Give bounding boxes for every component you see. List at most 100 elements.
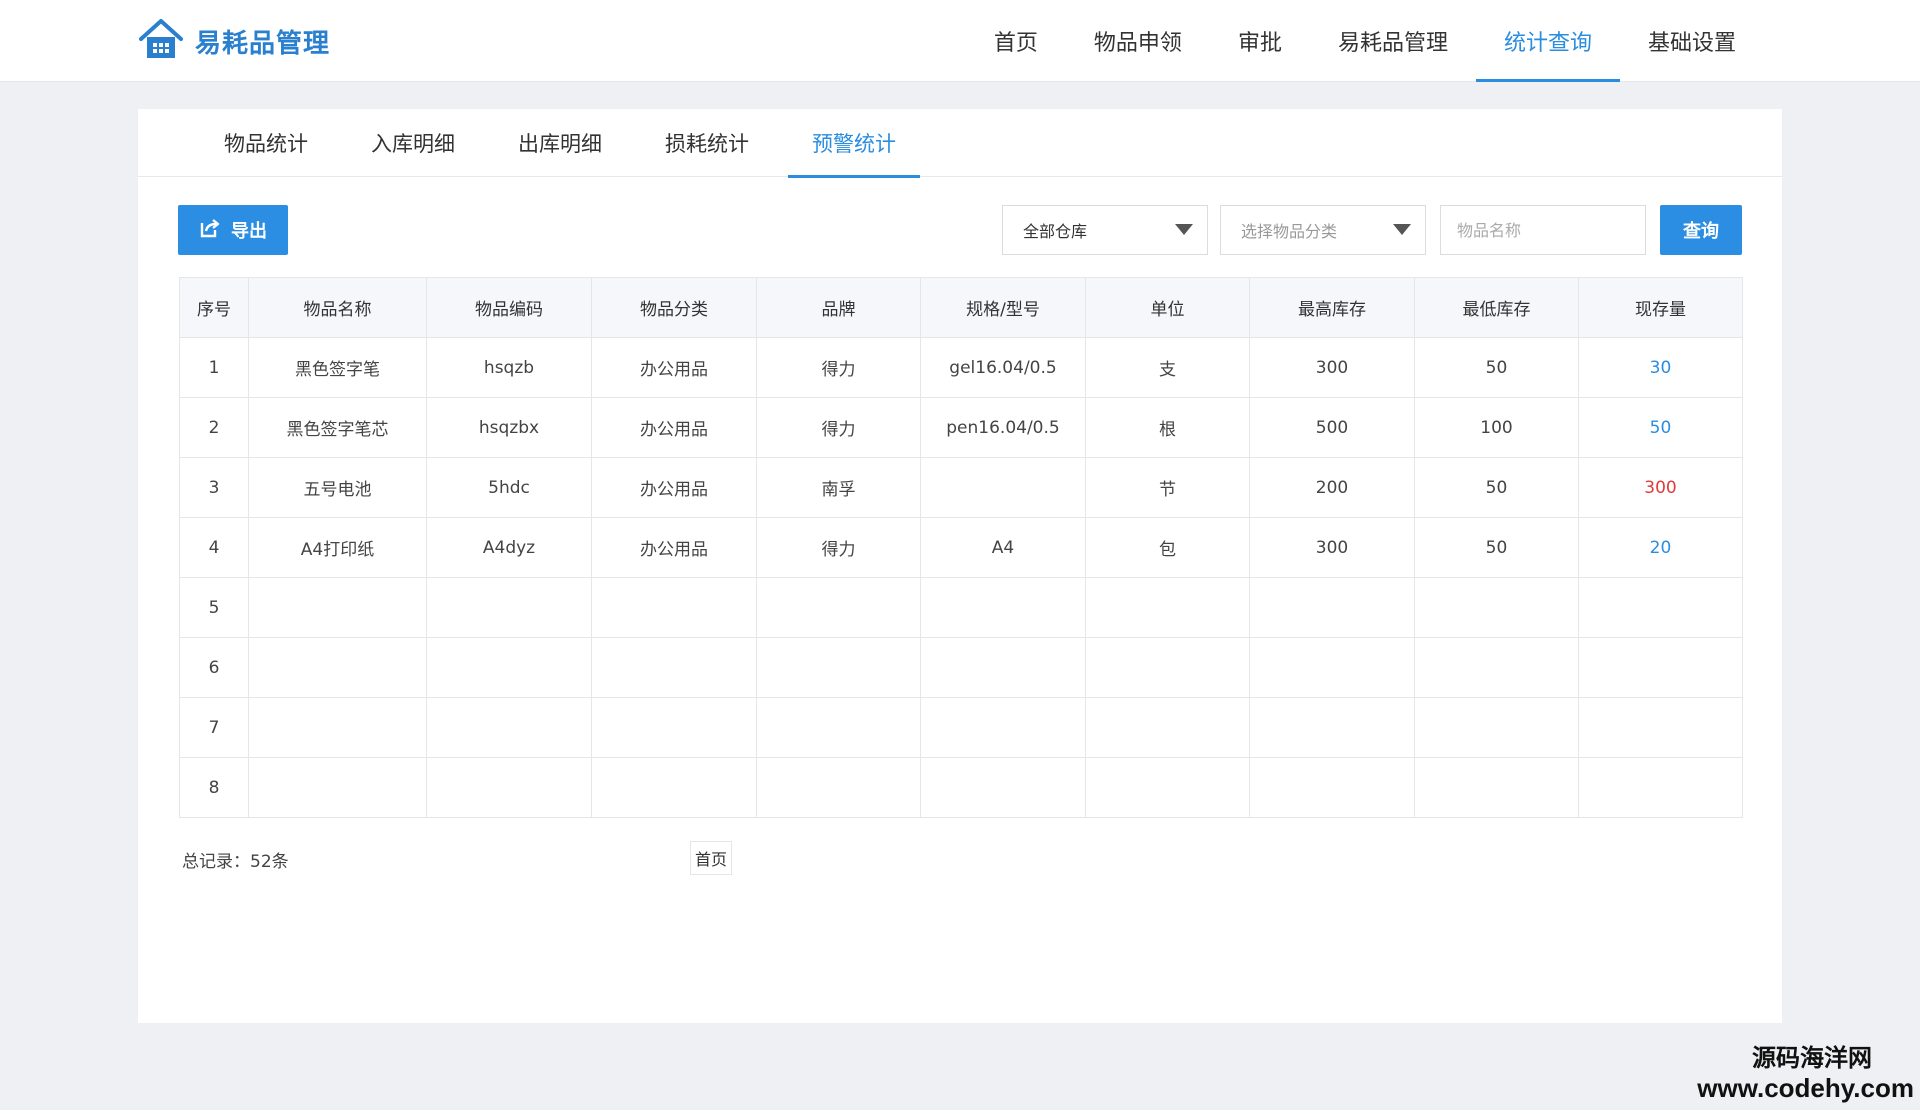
nav-item-settings[interactable]: 基础设置 xyxy=(1620,0,1764,82)
export-icon xyxy=(199,217,231,244)
cell-item-code xyxy=(426,637,592,698)
cell-item-code: 5hdc xyxy=(426,457,592,518)
table-body: 1 黑色签字笔 hsqzb 办公用品 得力 gel16.04/0.5 支 300 50 30 2 黑色… xyxy=(179,337,1743,818)
table-row[interactable]: 5 xyxy=(179,577,1743,638)
table-row[interactable]: 2 黑色签字笔芯 hsqzbx 办公用品 得力 pen16.04/0.5 根 500 100 50 xyxy=(179,397,1743,458)
category-select-placeholder: 选择物品分类 xyxy=(1241,222,1338,241)
cell-unit xyxy=(1085,577,1250,638)
watermark: 源码海洋网 www.codehy.com xyxy=(1697,1038,1914,1104)
cell-max-stock xyxy=(1249,637,1415,698)
app-title: 易耗品管理 xyxy=(195,28,331,59)
cell-brand xyxy=(756,637,921,698)
table-row[interactable]: 3 五号电池 5hdc 办公用品 南孚 节 200 50 300 xyxy=(179,457,1743,518)
table-header-row: 序号 物品名称 物品编码 物品分类 品牌 规格/型号 单位 最高库存 最低库存 … xyxy=(179,277,1743,338)
house-icon xyxy=(137,17,185,65)
cell-brand xyxy=(756,757,921,818)
cell-max-stock: 200 xyxy=(1249,457,1415,518)
cell-item-code: hsqzbx xyxy=(426,397,592,458)
query-button[interactable]: 查询 xyxy=(1660,205,1742,255)
col-header: 序号 xyxy=(179,277,249,338)
cell-brand xyxy=(756,577,921,638)
first-page-button[interactable]: 首页 xyxy=(690,841,732,875)
caret-down-icon xyxy=(1393,224,1411,235)
sub-tabs: 物品统计 入库明细 出库明细 损耗统计 预警统计 xyxy=(138,109,1782,178)
cell-max-stock: 300 xyxy=(1249,517,1415,578)
nav-item-approval[interactable]: 审批 xyxy=(1210,0,1310,82)
cell-spec: gel16.04/0.5 xyxy=(920,337,1086,398)
cell-category xyxy=(591,637,757,698)
brand[interactable]: 易耗品管理 xyxy=(137,18,330,64)
cell-current-stock xyxy=(1578,697,1743,758)
cell-spec xyxy=(920,457,1086,518)
cell-current-stock: 30 xyxy=(1578,337,1743,398)
cell-item-code xyxy=(426,577,592,638)
table-row[interactable]: 8 xyxy=(179,757,1743,818)
col-header: 现存量 xyxy=(1578,277,1743,338)
cell-category xyxy=(591,577,757,638)
col-header: 物品分类 xyxy=(591,277,757,338)
col-header: 物品编码 xyxy=(426,277,592,338)
watermark-url: www.codehy.com xyxy=(1697,1073,1914,1103)
nav-item-consumables[interactable]: 易耗品管理 xyxy=(1310,0,1476,82)
cell-min-stock: 50 xyxy=(1414,457,1579,518)
col-header: 最低库存 xyxy=(1414,277,1579,338)
cell-brand: 得力 xyxy=(756,397,921,458)
cell-max-stock: 300 xyxy=(1249,337,1415,398)
cell-category xyxy=(591,757,757,818)
category-select[interactable]: 选择物品分类 xyxy=(1220,205,1426,255)
cell-index: 7 xyxy=(179,697,249,758)
cell-current-stock: 300 xyxy=(1578,457,1743,518)
cell-brand xyxy=(756,697,921,758)
cell-index: 5 xyxy=(179,577,249,638)
cell-spec: pen16.04/0.5 xyxy=(920,397,1086,458)
cell-unit: 包 xyxy=(1085,517,1250,578)
col-header: 最高库存 xyxy=(1249,277,1415,338)
cell-item-name xyxy=(248,637,427,698)
cell-item-name: 五号电池 xyxy=(248,457,427,518)
cell-current-stock xyxy=(1578,577,1743,638)
tab-loss-statistics[interactable]: 损耗统计 xyxy=(641,109,773,177)
tab-warning-statistics[interactable]: 预警统计 xyxy=(788,109,920,178)
cell-unit: 根 xyxy=(1085,397,1250,458)
warehouse-select[interactable]: 全部仓库 xyxy=(1002,205,1208,255)
table-row[interactable]: 1 黑色签字笔 hsqzb 办公用品 得力 gel16.04/0.5 支 300 50 30 xyxy=(179,337,1743,398)
cell-min-stock xyxy=(1414,577,1579,638)
cell-min-stock xyxy=(1414,697,1579,758)
nav-item-home[interactable]: 首页 xyxy=(966,0,1066,82)
tab-item-statistics[interactable]: 物品统计 xyxy=(200,109,332,177)
cell-unit xyxy=(1085,757,1250,818)
cell-item-name: A4打印纸 xyxy=(248,517,427,578)
cell-spec xyxy=(920,637,1086,698)
total-records: 总记录：52条 xyxy=(182,852,289,872)
cell-index: 1 xyxy=(179,337,249,398)
table-row[interactable]: 6 xyxy=(179,637,1743,698)
table-row[interactable]: 7 xyxy=(179,697,1743,758)
item-name-input[interactable] xyxy=(1440,205,1646,255)
nav-item-apply[interactable]: 物品申领 xyxy=(1066,0,1210,82)
cell-unit: 支 xyxy=(1085,337,1250,398)
col-header: 物品名称 xyxy=(248,277,427,338)
cell-item-name xyxy=(248,757,427,818)
cell-item-name xyxy=(248,577,427,638)
cell-item-name: 黑色签字笔 xyxy=(248,337,427,398)
table-row[interactable]: 4 A4打印纸 A4dyz 办公用品 得力 A4 包 300 50 20 xyxy=(179,517,1743,578)
cell-min-stock: 50 xyxy=(1414,337,1579,398)
cell-spec xyxy=(920,697,1086,758)
cell-spec: A4 xyxy=(920,517,1086,578)
cell-max-stock xyxy=(1249,757,1415,818)
export-label: 导出 xyxy=(231,221,267,242)
tab-inbound-detail[interactable]: 入库明细 xyxy=(347,109,479,177)
cell-min-stock: 100 xyxy=(1414,397,1579,458)
cell-spec xyxy=(920,577,1086,638)
cell-category: 办公用品 xyxy=(591,517,757,578)
tab-outbound-detail[interactable]: 出库明细 xyxy=(494,109,626,177)
main-nav: 首页 物品申领 审批 易耗品管理 统计查询 基础设置 xyxy=(966,0,1764,82)
top-header: 易耗品管理 首页 物品申领 审批 易耗品管理 统计查询 基础设置 xyxy=(0,0,1920,82)
cell-min-stock xyxy=(1414,637,1579,698)
cell-max-stock: 500 xyxy=(1249,397,1415,458)
cell-max-stock xyxy=(1249,577,1415,638)
watermark-title: 源码海洋网 xyxy=(1752,1044,1872,1072)
content-card: 物品统计 入库明细 出库明细 损耗统计 预警统计 导出 全部仓库 选择物品分类 … xyxy=(138,109,1782,1023)
nav-item-statistics[interactable]: 统计查询 xyxy=(1475,0,1621,82)
export-button[interactable]: 导出 xyxy=(178,205,288,255)
